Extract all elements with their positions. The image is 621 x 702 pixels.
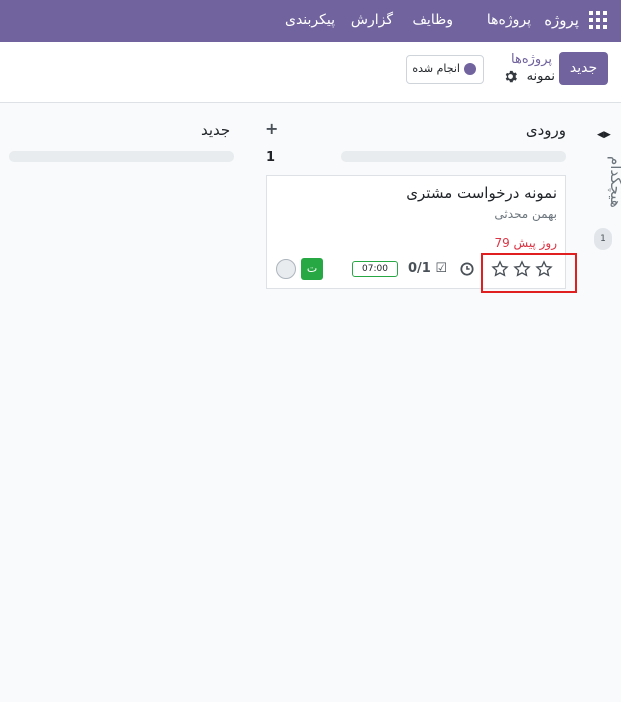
kanban-card[interactable]: نمونه درخواست مشتری بهمن محدثی 79 روز پی… [266,175,566,289]
apps-menu-icon[interactable] [589,11,607,29]
gear-icon[interactable] [504,70,517,83]
add-card-icon[interactable]: + [265,119,278,138]
column-progress-bar[interactable] [341,151,566,162]
time-badge: 07:00 [352,261,398,277]
done-status-dot [464,63,476,75]
app-brand[interactable]: پروژه [544,11,579,29]
folded-column-count: 1 [594,228,612,250]
breadcrumb-projects[interactable]: پروژه‌ها [511,52,552,67]
done-filter-toggle[interactable]: انجام شده [406,55,484,84]
card-deadline: 79 روز پیش [494,236,557,250]
star-icon[interactable] [513,260,531,278]
column-progress-bar[interactable] [9,151,234,162]
done-filter-label: انجام شده [412,62,460,75]
priority-stars [491,260,553,278]
fold-toggle-icon[interactable]: ◀▶ [597,130,611,140]
star-icon[interactable] [491,260,509,278]
nav-menu-configuration[interactable]: پیکربندی [285,12,335,28]
kanban-status-circle[interactable] [276,259,296,279]
checkbox-icon: ☑ [435,261,448,276]
breadcrumb-current: نمونه [526,69,555,84]
nav-menu-tasks[interactable]: وظایف [412,12,453,28]
checklist-value: 0/1 [408,261,431,276]
nav-menu-projects[interactable]: پروژه‌ها [487,12,531,28]
top-navbar: پروژه پروژه‌ها وظایف گزارش پیکربندی [0,0,621,42]
new-button[interactable]: جدید [559,52,608,85]
column-title-incoming[interactable]: ورودی [526,121,566,139]
star-icon[interactable] [535,260,553,278]
column-count: 1 [266,150,276,165]
column-title-new[interactable]: جدید [201,121,230,139]
card-title[interactable]: نمونه درخواست مشتری [406,184,557,202]
card-customer: بهمن محدثی [494,207,557,221]
nav-menu-reporting[interactable]: گزارش [351,12,393,28]
folded-column-title[interactable]: هیچکدام [585,156,621,226]
clock-icon[interactable] [460,262,474,276]
tag-avatar[interactable]: ت [301,258,323,280]
checklist-counter[interactable]: 0/1 ☑ [408,261,447,276]
